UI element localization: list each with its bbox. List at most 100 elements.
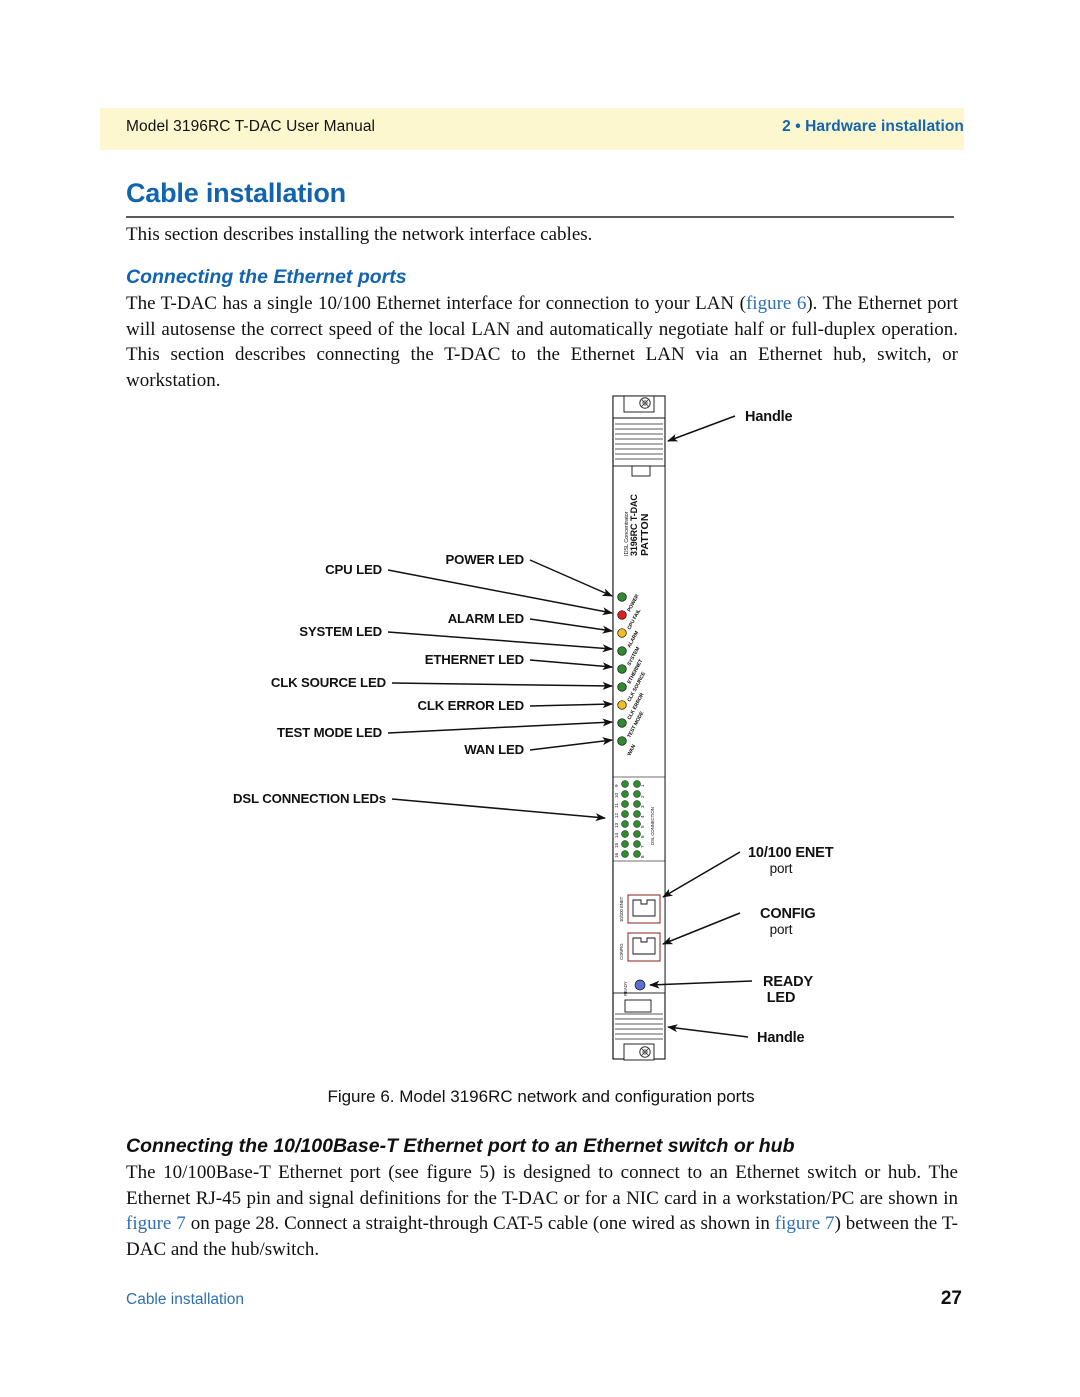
- callout-power-led: POWER LED: [445, 552, 524, 567]
- leader-handle-bot: [666, 1024, 749, 1038]
- leader-test-mode: [387, 718, 614, 734]
- led-wan: [617, 736, 627, 746]
- dsl-group-label: DSL CONNECTION: [650, 807, 655, 845]
- dsl-num-1: 1: [640, 784, 645, 787]
- leader-power-led: [529, 559, 613, 597]
- dsl-num-7: 7: [640, 845, 645, 848]
- led-label-alarm: ALARM: [626, 630, 640, 649]
- leader-wan-led: [529, 737, 614, 751]
- header-manual-title: Model 3196RC T-DAC User Manual: [126, 118, 376, 135]
- callout-config-port: CONFIG: [760, 906, 816, 922]
- led-test-mode: [617, 718, 627, 728]
- callout-clk-source-led: CLK SOURCE LED: [271, 675, 386, 690]
- leader-ethernet-led: [529, 659, 614, 671]
- callout-ready-led-sub: LED: [767, 990, 796, 1006]
- dsl-num-15: 15: [614, 842, 619, 848]
- figure-caption: Figure 6. Model 3196RC network and confi…: [327, 1087, 755, 1106]
- dsl-num-14: 14: [614, 832, 619, 838]
- led-label-system: SYSTEM: [626, 646, 641, 667]
- title-divider: [126, 216, 954, 218]
- callout-enet-port-sub: port: [770, 861, 793, 876]
- leader-handle-top: [667, 415, 736, 442]
- dsl-num-12: 12: [614, 812, 619, 818]
- paragraph2-part-1: The 10/100Base-T Ethernet port (see figu…: [126, 1162, 958, 1209]
- dsl-num-9: 9: [614, 784, 619, 787]
- leader-config-port: [662, 912, 741, 945]
- ready-led-label: READY: [623, 981, 628, 996]
- callout-system-led: SYSTEM LED: [299, 624, 382, 639]
- header-chapter-title: 2 • Hardware installation: [782, 118, 964, 135]
- leader-enet-port: [662, 851, 741, 898]
- leader-system-led: [387, 631, 614, 653]
- dsl-num-2: 2: [640, 795, 645, 798]
- callout-alarm-led: ALARM LED: [448, 611, 524, 626]
- paragraph-10-100baset: The 10/100Base-T Ethernet port (see figu…: [126, 1160, 958, 1262]
- port-block: 10/100 ENET CONFIG READY: [619, 894, 661, 1013]
- callout-dsl-leds: DSL CONNECTION LEDs: [233, 791, 386, 806]
- leader-alarm-led: [529, 618, 614, 634]
- manual-page: Model 3196RC T-DAC User Manual 2 • Hardw…: [0, 0, 1080, 1397]
- device-model-text: 3196RC T-DAC: [629, 494, 639, 556]
- leader-clk-error: [529, 700, 614, 709]
- footer-page-number: 27: [940, 1288, 962, 1309]
- dsl-num-16: 16: [614, 852, 619, 858]
- enet-port: 10/100 ENET: [619, 894, 661, 924]
- dsl-num-6: 6: [640, 835, 645, 838]
- figure-7-link-2[interactable]: figure 7: [775, 1213, 835, 1234]
- intro-paragraph: This section describes installing the ne…: [126, 224, 593, 245]
- callout-labels-mid: POWER LED ALARM LED ETHERNET LED CLK ERR…: [418, 552, 525, 757]
- subsection-heading-ethernet: Connecting the Ethernet ports: [126, 266, 407, 288]
- callout-cpu-led: CPU LED: [325, 562, 382, 577]
- bottom-handle: [615, 1013, 663, 1061]
- figure-7-link-1[interactable]: figure 7: [126, 1213, 186, 1234]
- led-alarm: [617, 628, 627, 638]
- leader-lines-mid: [529, 559, 614, 751]
- dsl-num-3: 3: [640, 805, 645, 808]
- led-clk-source: [617, 682, 627, 692]
- paragraph2-part-2: on page 28. Connect a straight-through C…: [185, 1213, 775, 1234]
- ready-led-group: READY: [623, 979, 646, 996]
- top-handle: [612, 395, 666, 477]
- dsl-num-13: 13: [614, 822, 619, 828]
- leader-ready-led: [648, 980, 753, 989]
- led-label-clk-error: CLK ERROR: [626, 692, 645, 721]
- figure-6-link[interactable]: figure 6: [746, 293, 806, 314]
- callout-wan-led: WAN LED: [464, 742, 524, 757]
- dsl-num-5: 5: [640, 825, 645, 828]
- subsection-heading-10-100baset: Connecting the 10/100Base-T Ethernet por…: [126, 1135, 795, 1157]
- leader-cpu-led: [387, 569, 614, 616]
- paragraph-ethernet: The T-DAC has a single 10/100 Ethernet i…: [126, 291, 958, 393]
- brand-logo-text: PATTON: [639, 513, 651, 556]
- callout-handle-top: Handle: [745, 409, 793, 425]
- led-system: [617, 646, 627, 656]
- leader-clk-source: [391, 681, 614, 690]
- led-ready: [634, 979, 646, 991]
- callout-config-port-sub: port: [770, 922, 793, 937]
- led-label-power: POWER: [626, 593, 640, 613]
- page-title: Cable installation: [126, 178, 346, 208]
- led-label-ethernet: ETHERNET: [626, 658, 644, 685]
- callout-handle-bottom: Handle: [757, 1030, 805, 1046]
- led-power: [617, 592, 627, 602]
- dsl-num-10: 10: [614, 792, 619, 798]
- dsl-connection-led-grid: 9 10 11 12 13 14 15 16 1 2 3 4 5 6 7 8 D…: [612, 776, 666, 862]
- callout-enet-port: 10/100 ENET: [748, 845, 834, 861]
- enet-port-label: 10/100 ENET: [619, 896, 624, 922]
- callout-labels-right: Handle 10/100 ENET port CONFIG port READ…: [745, 409, 834, 1046]
- callout-labels-left: CPU LED SYSTEM LED CLK SOURCE LED TEST M…: [233, 562, 386, 806]
- led-label-clk-source: CLK SOURCE: [626, 671, 647, 703]
- led-label-cpu-fail: CPU FAIL: [626, 608, 642, 631]
- led-label-wan: WAN: [626, 744, 637, 757]
- callout-clk-error-led: CLK ERROR LED: [418, 698, 524, 713]
- paragraph-part-1: The T-DAC has a single 10/100 Ethernet i…: [126, 293, 746, 314]
- led-cpu-fail: [617, 610, 627, 620]
- device-subtitle-text: IDSL Concentrator: [624, 511, 630, 556]
- config-port-label: CONFIG: [619, 943, 624, 960]
- callout-test-mode-led: TEST MODE LED: [277, 725, 382, 740]
- led-clk-error: [617, 700, 627, 710]
- device-branding: PATTON 3196RC T-DAC IDSL Concentrator: [624, 494, 651, 556]
- dsl-num-8: 8: [640, 855, 645, 858]
- led-label-test-mode: TEST MODE: [626, 710, 645, 739]
- config-port: CONFIG: [619, 932, 661, 962]
- dsl-num-4: 4: [640, 815, 645, 818]
